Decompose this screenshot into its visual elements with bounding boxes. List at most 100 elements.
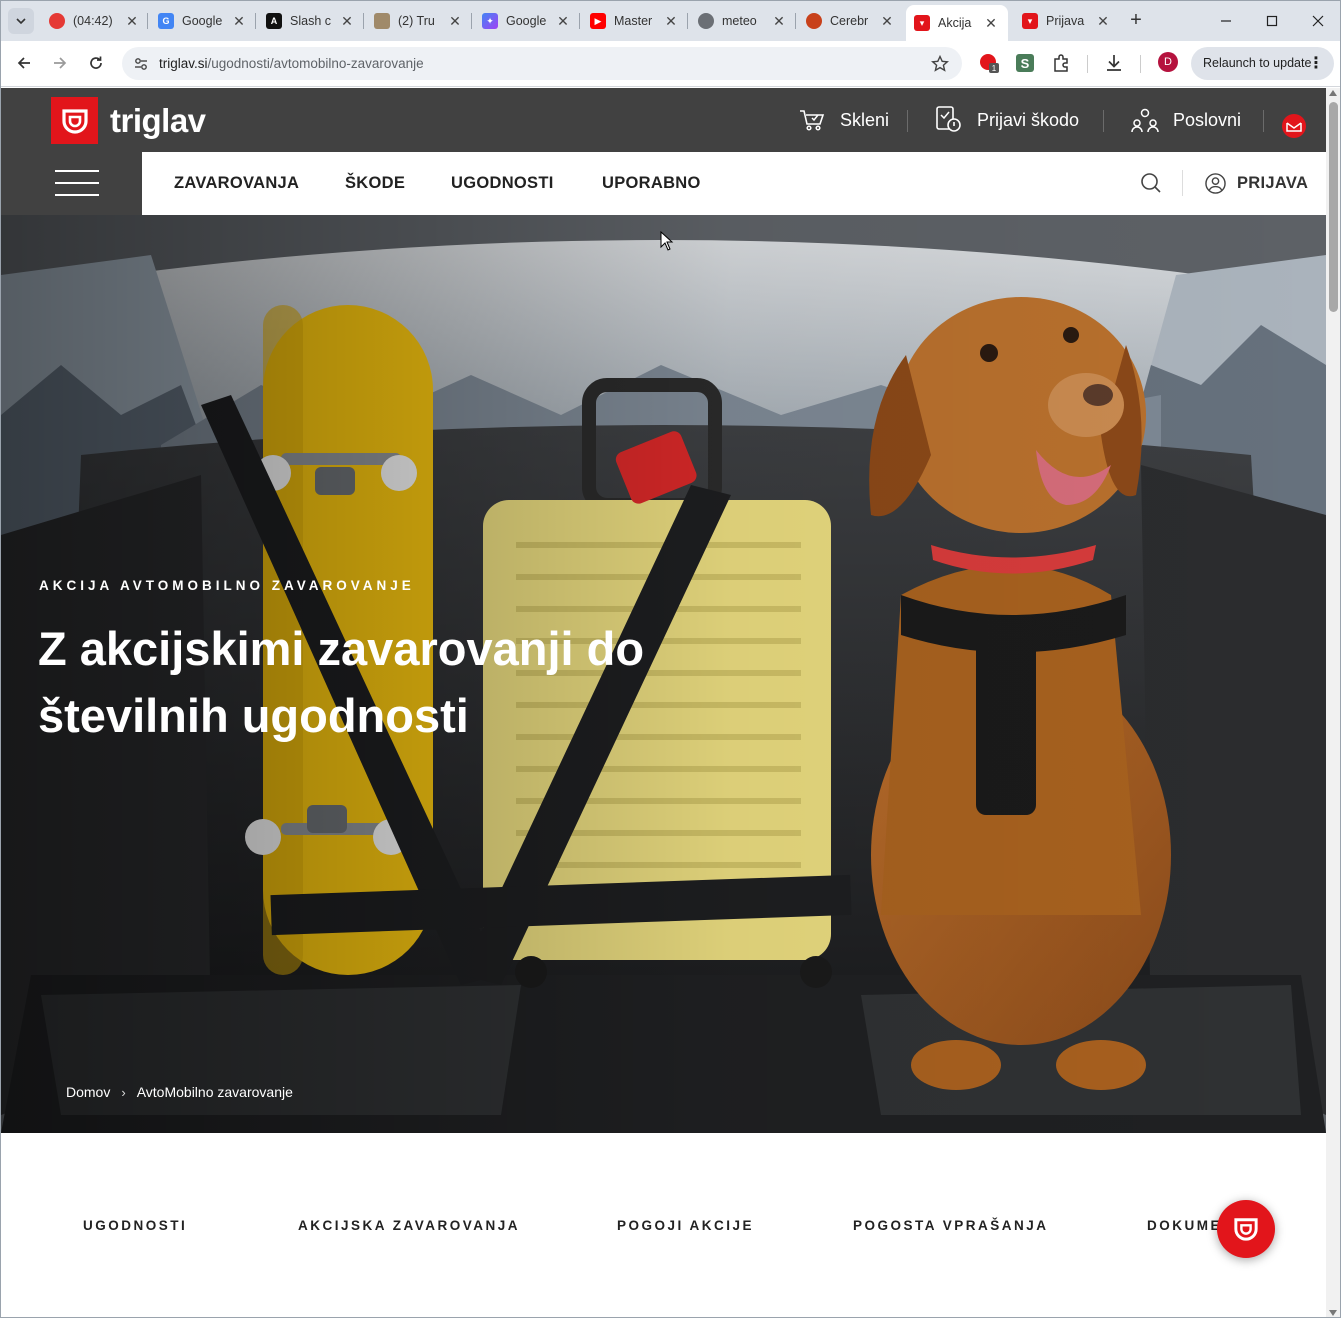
svg-text:1: 1 <box>992 64 997 73</box>
adblock-extension-icon[interactable]: 1 <box>978 52 1000 74</box>
poslovni-label: Poslovni <box>1173 109 1242 130</box>
login-label: PRIJAVA <box>1237 174 1309 192</box>
download-icon[interactable] <box>1103 52 1125 74</box>
tab-3[interactable]: A Slash c ✕ <box>266 7 356 35</box>
tab-6[interactable]: ▶ Master ✕ <box>590 7 680 35</box>
avatar-icon <box>374 13 390 29</box>
tab-9-active[interactable]: ▾ Akcija ✕ <box>906 5 1008 41</box>
bookmark-star-icon[interactable] <box>930 54 950 74</box>
tab-search-button[interactable] <box>8 8 34 34</box>
arrow-left-icon <box>17 57 30 69</box>
hero-banner: AKCIJA AVTOMOBILNO ZAVAROVANJE Z akcijsk… <box>1 215 1326 1133</box>
login-button[interactable]: PRIJAVA <box>1205 173 1308 194</box>
close-icon[interactable]: ✕ <box>770 13 788 30</box>
hamburger-menu-button[interactable] <box>55 170 99 196</box>
mouse-cursor-icon <box>660 231 674 251</box>
triglav-logo-icon <box>1234 1218 1258 1241</box>
prijavi-skodo-link[interactable]: Prijavi škodo <box>935 102 1079 138</box>
new-tab-button[interactable]: + <box>1125 9 1147 31</box>
globe-icon <box>698 13 714 29</box>
subnav-pogoji-akcije[interactable]: POGOJI AKCIJE <box>617 1218 754 1233</box>
close-icon[interactable]: ✕ <box>1094 13 1112 30</box>
close-icon[interactable]: ✕ <box>554 13 572 30</box>
extensions-puzzle-icon[interactable] <box>1050 52 1072 74</box>
back-button[interactable] <box>10 49 38 77</box>
relaunch-button[interactable]: Relaunch to update ⋮ <box>1191 47 1334 80</box>
user-icon <box>1205 173 1226 194</box>
business-people-icon <box>1131 108 1159 133</box>
cart-icon <box>800 110 825 131</box>
youtube-icon: ▶ <box>590 13 606 29</box>
subnav-akcijska-zavarovanja[interactable]: AKCIJSKA ZAVAROVANJA <box>298 1218 520 1233</box>
close-icon[interactable]: ✕ <box>338 13 356 30</box>
scrollbar-thumb[interactable] <box>1329 102 1338 312</box>
tab-title: (2) Tru <box>398 14 435 28</box>
document-claim-icon <box>936 106 961 132</box>
subnav-ugodnosti[interactable]: UGODNOSTI <box>83 1218 187 1233</box>
brand-wordmark: triglav <box>110 101 206 139</box>
browser-window: (04:42) ✕ G Google ✕ A Slash c ✕ (2) Tru… <box>0 0 1341 1318</box>
chevron-right-icon: › <box>121 1084 126 1100</box>
reload-button[interactable] <box>82 49 110 77</box>
page-scrollbar[interactable] <box>1326 88 1340 1317</box>
profile-avatar[interactable]: D <box>1158 52 1178 72</box>
close-icon[interactable]: ✕ <box>230 13 248 30</box>
tab-title: Cerebr <box>830 14 869 28</box>
more-vert-icon[interactable]: ⋮ <box>1308 47 1324 80</box>
nav-ugodnosti[interactable]: UGODNOSTI <box>451 174 554 193</box>
tab-title: Master <box>614 14 653 28</box>
tab-title: Slash c <box>290 14 331 28</box>
reload-icon <box>90 56 102 69</box>
poslovni-link[interactable]: Poslovni <box>1131 102 1241 138</box>
s-extension-icon[interactable]: S <box>1014 52 1036 74</box>
triglav-chat-button[interactable] <box>1217 1200 1275 1258</box>
triglav-icon: ▾ <box>1022 13 1038 29</box>
close-icon[interactable]: ✕ <box>123 13 141 30</box>
minimize-icon <box>1221 20 1231 22</box>
mail-icon <box>1282 114 1306 138</box>
site-settings-icon[interactable] <box>132 55 150 73</box>
skleni-link[interactable]: Skleni <box>798 102 889 138</box>
skleni-label: Skleni <box>840 109 890 130</box>
browser-toolbar: triglav.si/ugodnosti/avtomobilno-zavarov… <box>1 41 1340 87</box>
maximize-icon <box>1266 15 1278 27</box>
main-navigation: ZAVAROVANJA ŠKODE UGODNOSTI UPORABNO PRI… <box>142 152 1326 215</box>
url-text: triglav.si/ugodnosti/avtomobilno-zavarov… <box>159 56 424 71</box>
tab-7[interactable]: meteo ✕ <box>698 7 788 35</box>
tab-4[interactable]: (2) Tru ✕ <box>374 7 464 35</box>
triglav-logo-icon <box>51 97 98 144</box>
hero-headline: Z akcijskimi zavarovanji do številnih ug… <box>38 615 758 749</box>
nav-skode[interactable]: ŠKODE <box>345 174 405 193</box>
breadcrumb-home-link[interactable]: Domov <box>66 1084 110 1100</box>
headline-line-2: številnih ugodnosti <box>38 689 469 742</box>
maximize-button[interactable] <box>1249 7 1295 35</box>
translate-icon: G <box>158 13 174 29</box>
subnav-pogosta-vprasanja[interactable]: POGOSTA VPRAŠANJA <box>853 1218 1049 1233</box>
forward-button[interactable] <box>46 49 74 77</box>
scroll-up-icon[interactable] <box>1329 90 1337 96</box>
tab-10[interactable]: ▾ Prijava ✕ <box>1022 7 1112 35</box>
close-icon[interactable]: ✕ <box>878 13 896 30</box>
tab-1[interactable]: (04:42) ✕ <box>49 7 141 35</box>
nav-zavarovanja[interactable]: ZAVAROVANJA <box>174 174 299 193</box>
tab-2[interactable]: G Google ✕ <box>158 7 248 35</box>
breadcrumb: Domov › AvtoMobilno zavarovanje <box>66 1084 293 1100</box>
mail-badge-button[interactable] <box>1281 108 1321 144</box>
close-icon[interactable]: ✕ <box>982 15 1000 32</box>
search-icon[interactable] <box>1140 172 1162 194</box>
triglav-logo[interactable]: triglav <box>51 97 206 144</box>
tomato-icon <box>49 13 65 29</box>
close-icon[interactable]: ✕ <box>446 13 464 30</box>
hero-eyebrow: AKCIJA AVTOMOBILNO ZAVAROVANJE <box>39 578 415 593</box>
close-icon <box>1312 15 1324 27</box>
prijavi-skodo-label: Prijavi škodo <box>977 109 1080 130</box>
scroll-down-icon[interactable] <box>1329 1310 1337 1316</box>
svg-text:S: S <box>1021 56 1030 71</box>
tab-5[interactable]: ✦ Google ✕ <box>482 7 572 35</box>
tab-8[interactable]: Cerebr ✕ <box>806 7 896 35</box>
address-bar[interactable]: triglav.si/ugodnosti/avtomobilno-zavarov… <box>122 47 962 80</box>
nav-uporabno[interactable]: UPORABNO <box>602 174 701 193</box>
minimize-button[interactable] <box>1203 7 1249 35</box>
close-window-button[interactable] <box>1295 7 1340 35</box>
close-icon[interactable]: ✕ <box>662 13 680 30</box>
